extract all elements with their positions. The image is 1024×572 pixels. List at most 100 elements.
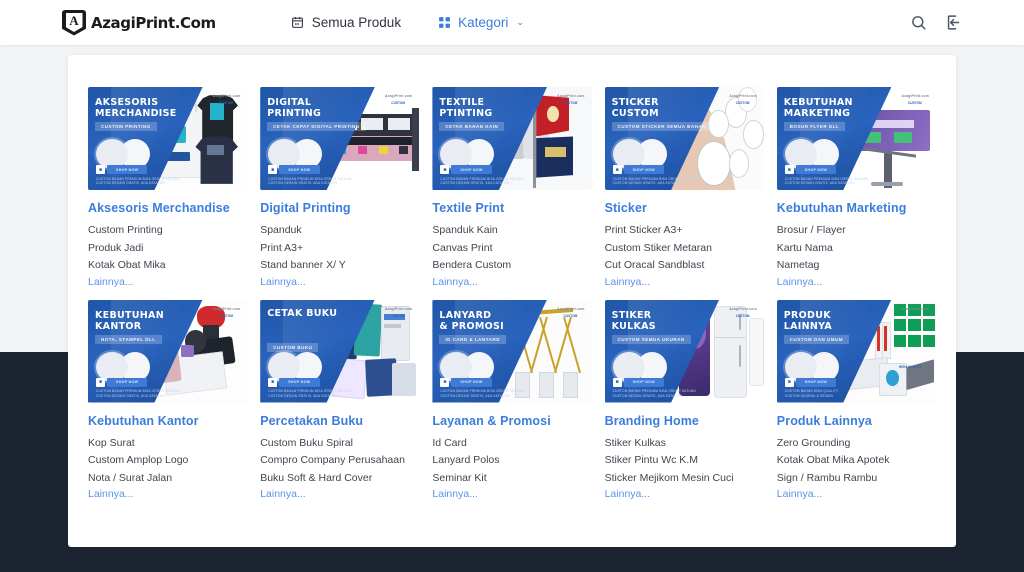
banner-footer-text: CUSTOM BAHAN MIKA QUALITYCUSTOM UKURAN &… bbox=[785, 389, 839, 398]
category-more-link[interactable]: Lainnya... bbox=[88, 488, 247, 500]
banner-shop-now-button[interactable]: ■ SHOP NOW bbox=[785, 378, 836, 387]
category-title[interactable]: Layanan & Promosi bbox=[432, 414, 591, 428]
category-title[interactable]: Percetakan Buku bbox=[260, 414, 419, 428]
category-item[interactable]: Print Sticker A3+ bbox=[605, 222, 764, 240]
category-banner[interactable]: DIGITALPRINTING CETAK CEPAT DIGITAL PRIN… bbox=[260, 87, 419, 190]
category-item[interactable]: Spanduk bbox=[260, 222, 419, 240]
banner-shop-now-button[interactable]: ■ SHOP NOW bbox=[440, 378, 491, 387]
category-item[interactable]: Cut Oracal Sandblast bbox=[605, 257, 764, 275]
banner-watermark: AzagiPrint.com bbox=[902, 307, 929, 311]
login-icon[interactable] bbox=[945, 14, 962, 31]
category-item[interactable]: Buku Soft & Hard Cover bbox=[260, 470, 419, 488]
category-banner[interactable]: STICKERCUSTOM CUSTOM STICKER SEMUA BAHAN… bbox=[605, 87, 764, 190]
banner-shop-now-button[interactable]: ■ SHOP NOW bbox=[785, 165, 836, 174]
nav-item-semua-produk[interactable]: Semua Produk bbox=[291, 15, 401, 30]
category-item[interactable]: Sticker Mejikom Mesin Cuci bbox=[605, 470, 764, 488]
category-item[interactable]: Stand banner X/ Y bbox=[260, 257, 419, 275]
category-item[interactable]: Brosur / Flayer bbox=[777, 222, 936, 240]
category-item[interactable]: Kop Surat bbox=[88, 435, 247, 453]
cart-icon: ■ bbox=[785, 165, 794, 174]
category-item[interactable]: Produk Jadi bbox=[88, 240, 247, 258]
category-more-link[interactable]: Lainnya... bbox=[260, 276, 419, 288]
category-title[interactable]: Kebutuhan Marketing bbox=[777, 201, 936, 215]
search-icon[interactable] bbox=[910, 14, 927, 31]
chevron-down-icon: ⌄ bbox=[516, 17, 524, 28]
category-title[interactable]: Sticker bbox=[605, 201, 764, 215]
banner-subtitle: CUSTOM BUKU bbox=[267, 343, 318, 352]
category-title[interactable]: Produk Lainnya bbox=[777, 414, 936, 428]
category-banner[interactable]: KEBUTUHANMARKETING BOSUR FLYER DLL ■ SHO… bbox=[777, 87, 936, 190]
category-item[interactable]: Kotak Obat Mika Apotek bbox=[777, 452, 936, 470]
banner-shop-now-button[interactable]: ■ SHOP NOW bbox=[613, 165, 664, 174]
category-title[interactable]: Aksesoris Merchandise bbox=[88, 201, 247, 215]
category-banner[interactable]: CETAK BUKU CUSTOM BUKU ■ SHOP NOW CUSTOM… bbox=[260, 300, 419, 403]
category-banner[interactable]: KEBUTUHANKANTOR NOTA, STAMPEL DLL ■ SHOP… bbox=[88, 300, 247, 403]
banner-shop-now-button[interactable]: ■ SHOP NOW bbox=[268, 378, 319, 387]
category-item[interactable]: Kotak Obat Mika bbox=[88, 257, 247, 275]
category-item[interactable]: Kartu Nama bbox=[777, 240, 936, 258]
category-more-link[interactable]: Lainnya... bbox=[605, 276, 764, 288]
category-item[interactable]: Stiker Kulkas bbox=[605, 435, 764, 453]
category-title[interactable]: Digital Printing bbox=[260, 201, 419, 215]
category-item[interactable]: Zero Grounding bbox=[777, 435, 936, 453]
category-more-link[interactable]: Lainnya... bbox=[432, 488, 591, 500]
category-title[interactable]: Kebutuhan Kantor bbox=[88, 414, 247, 428]
brand-logo[interactable]: A AzagiPrint.Com bbox=[62, 10, 216, 36]
category-more-link[interactable]: Lainnya... bbox=[432, 276, 591, 288]
banner-shop-now-button[interactable]: ■ SHOP NOW bbox=[440, 165, 491, 174]
category-item-list: Stiker KulkasStiker Pintu Wc K.MSticker … bbox=[605, 435, 764, 488]
banner-shop-now-button[interactable]: ■ SHOP NOW bbox=[268, 165, 319, 174]
category-card: CETAK BUKU CUSTOM BUKU ■ SHOP NOW CUSTOM… bbox=[260, 300, 419, 501]
category-item[interactable]: Lanyard Polos bbox=[432, 452, 591, 470]
category-item[interactable]: Sign / Rambu Rambu bbox=[777, 470, 936, 488]
banner-shop-now-button[interactable]: ■ SHOP NOW bbox=[96, 165, 147, 174]
banner-button-label: SHOP NOW bbox=[796, 378, 836, 387]
category-banner[interactable]: PRODUKLAINNYA CUSTOM DAN UMUM ■ SHOP NOW… bbox=[777, 300, 936, 403]
category-item[interactable]: Custom Printing bbox=[88, 222, 247, 240]
category-item-list: SpandukPrint A3+Stand banner X/ Y bbox=[260, 222, 419, 275]
category-more-link[interactable]: Lainnya... bbox=[88, 276, 247, 288]
category-item[interactable]: Nametag bbox=[777, 257, 936, 275]
category-title[interactable]: Branding Home bbox=[605, 414, 764, 428]
category-item[interactable]: Custom Buku Spiral bbox=[260, 435, 419, 453]
nav-item-label: Kategori bbox=[458, 15, 508, 30]
banner-subtitle: CETAK CEPAT DIGITAL PRINTING bbox=[267, 122, 366, 131]
category-banner[interactable]: TEXTILEPTINTING CETAK BAHAN KAIN ■ SHOP … bbox=[432, 87, 591, 190]
category-item[interactable]: Compro Company Perusahaan bbox=[260, 452, 419, 470]
category-more-link[interactable]: Lainnya... bbox=[260, 488, 419, 500]
category-item[interactable]: Bendera Custom bbox=[432, 257, 591, 275]
category-more-link[interactable]: Lainnya... bbox=[777, 276, 936, 288]
category-item[interactable]: Custom Stiker Metaran bbox=[605, 240, 764, 258]
category-title[interactable]: Textile Print bbox=[432, 201, 591, 215]
category-card: LANYARD& PROMOSI ID CARD & LANYARD ■ SHO… bbox=[432, 300, 591, 501]
category-item[interactable]: Id Card bbox=[432, 435, 591, 453]
category-item[interactable]: Nota / Surat Jalan bbox=[88, 470, 247, 488]
banner-footer-text: CUSTOM BAHAN PREMIUM BISA ORDER SATUANCU… bbox=[440, 389, 523, 398]
banner-shop-now-button[interactable]: ■ SHOP NOW bbox=[96, 378, 147, 387]
category-item[interactable]: Custom Amplop Logo bbox=[88, 452, 247, 470]
brand-name: AzagiPrint.Com bbox=[91, 14, 216, 32]
banner-button-label: SHOP NOW bbox=[796, 165, 836, 174]
banner-watermark: AzagiPrint.com bbox=[729, 307, 756, 311]
category-panel: AKSESORISMERCHANDISE CUSTOM PRINTING ■ S… bbox=[68, 55, 956, 547]
category-item[interactable]: Canvas Print bbox=[432, 240, 591, 258]
banner-badge: CUSTOM bbox=[736, 314, 750, 318]
category-item[interactable]: Print A3+ bbox=[260, 240, 419, 258]
nav-item-kategori[interactable]: Kategori ⌄ bbox=[437, 15, 524, 30]
banner-title: STIKERKULKAS bbox=[612, 310, 656, 332]
category-more-link[interactable]: Lainnya... bbox=[605, 488, 764, 500]
banner-footer-text: CUSTOM BAHAN PREMIUM BISA ORDER SATUANCU… bbox=[785, 177, 868, 186]
category-more-link[interactable]: Lainnya... bbox=[777, 488, 936, 500]
category-item[interactable]: Spanduk Kain bbox=[432, 222, 591, 240]
category-item-list: Print Sticker A3+Custom Stiker MetaranCu… bbox=[605, 222, 764, 275]
category-grid: AKSESORISMERCHANDISE CUSTOM PRINTING ■ S… bbox=[68, 55, 956, 500]
category-banner[interactable]: STIKERKULKAS CUSTOM SEMUA UKURAN ■ SHOP … bbox=[605, 300, 764, 403]
banner-button-label: SHOP NOW bbox=[624, 378, 664, 387]
category-banner[interactable]: LANYARD& PROMOSI ID CARD & LANYARD ■ SHO… bbox=[432, 300, 591, 403]
banner-watermark: AzagiPrint.com bbox=[557, 307, 584, 311]
banner-shop-now-button[interactable]: ■ SHOP NOW bbox=[613, 378, 664, 387]
category-banner[interactable]: AKSESORISMERCHANDISE CUSTOM PRINTING ■ S… bbox=[88, 87, 247, 190]
category-item[interactable]: Stiker Pintu Wc K.M bbox=[605, 452, 764, 470]
banner-badge: CUSTOM bbox=[564, 101, 578, 105]
category-item[interactable]: Seminar Kit bbox=[432, 470, 591, 488]
